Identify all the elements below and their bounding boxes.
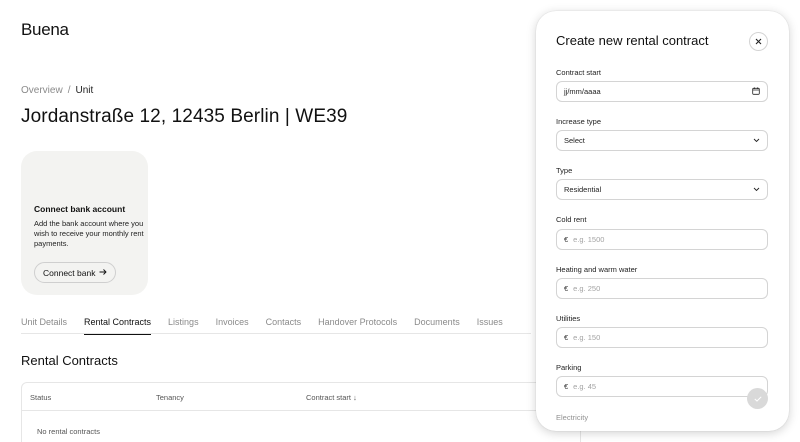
logo: Buena: [21, 20, 69, 39]
calendar-icon[interactable]: [752, 86, 760, 97]
rental-contracts-table: Status Tenancy Contract start ↓ No renta…: [21, 382, 581, 442]
breadcrumb-overview[interactable]: Overview: [21, 85, 63, 96]
column-tenancy[interactable]: Tenancy: [156, 393, 184, 402]
tab-rental-contracts[interactable]: Rental Contracts: [84, 317, 168, 335]
chevron-down-icon: [753, 136, 760, 145]
panel-title: Create new rental contract: [556, 33, 709, 48]
type-label: Type: [556, 166, 573, 175]
section-title: Rental Contracts: [21, 353, 118, 368]
chevron-down-icon: [753, 185, 760, 194]
cold-rent-label: Cold rent: [556, 215, 587, 224]
connect-bank-label: Connect bank: [43, 267, 96, 278]
heating-placeholder: e.g. 250: [573, 284, 601, 293]
utilities-placeholder: e.g. 150: [573, 333, 601, 342]
table-header: Status Tenancy Contract start ↓: [22, 383, 580, 411]
tab-issues[interactable]: Issues: [477, 317, 520, 334]
euro-icon: €: [564, 382, 569, 391]
page-title: Jordanstraße 12, 12435 Berlin | WE39: [21, 106, 348, 127]
increase-type-value: Select: [564, 136, 585, 145]
tab-contacts[interactable]: Contacts: [266, 317, 319, 334]
type-value: Residential: [564, 185, 602, 194]
parking-placeholder: e.g. 45: [573, 382, 597, 391]
cold-rent-input[interactable]: € e.g. 1500: [556, 229, 768, 250]
contract-start-label: Contract start: [556, 68, 602, 77]
increase-type-label: Increase type: [556, 117, 602, 126]
arrow-right-icon: [99, 268, 108, 278]
utilities-input[interactable]: € e.g. 150: [556, 327, 768, 348]
electricity-label: Electricity: [556, 413, 589, 422]
euro-icon: €: [564, 284, 569, 293]
empty-state: No rental contracts: [37, 427, 100, 436]
increase-type-select[interactable]: Select: [556, 130, 768, 151]
connect-bank-button[interactable]: Connect bank: [34, 262, 117, 283]
contract-start-date-input[interactable]: jj/mm/aaaa: [556, 81, 768, 102]
close-button[interactable]: [749, 32, 768, 51]
submit-button[interactable]: [747, 388, 768, 409]
close-icon: [755, 37, 762, 47]
tab-handover-protocols[interactable]: Handover Protocols: [318, 317, 414, 334]
connect-bank-card: Connect bank account Add the bank accoun…: [21, 151, 148, 295]
checkmark-icon: [753, 394, 762, 404]
heating-label: Heating and warm water: [556, 265, 638, 274]
parking-input[interactable]: € e.g. 45: [556, 376, 768, 397]
breadcrumb: Overview / Unit: [21, 85, 93, 96]
card-description: Add the bank account where you wish to r…: [34, 219, 144, 248]
tab-invoices[interactable]: Invoices: [216, 317, 266, 334]
parking-label: Parking: [556, 363, 582, 372]
tab-unit-details[interactable]: Unit Details: [21, 317, 84, 334]
card-title: Connect bank account: [34, 204, 126, 214]
breadcrumb-unit: Unit: [75, 85, 94, 96]
cold-rent-placeholder: e.g. 1500: [573, 235, 605, 244]
tab-listings[interactable]: Listings: [168, 317, 216, 334]
euro-icon: €: [564, 235, 569, 244]
breadcrumb-separator: /: [67, 85, 71, 96]
tab-documents[interactable]: Documents: [414, 317, 477, 334]
euro-icon: €: [564, 333, 569, 342]
type-select[interactable]: Residential: [556, 179, 768, 200]
contract-start-value: jj/mm/aaaa: [564, 87, 601, 96]
tab-bar: Unit Details Rental Contracts Listings I…: [21, 317, 531, 335]
column-contract-start[interactable]: Contract start ↓: [306, 393, 357, 402]
column-status[interactable]: Status: [30, 393, 51, 402]
create-rental-contract-panel: Create new rental contract Contract star…: [536, 11, 789, 431]
utilities-label: Utilities: [556, 314, 581, 323]
heating-input[interactable]: € e.g. 250: [556, 278, 768, 299]
